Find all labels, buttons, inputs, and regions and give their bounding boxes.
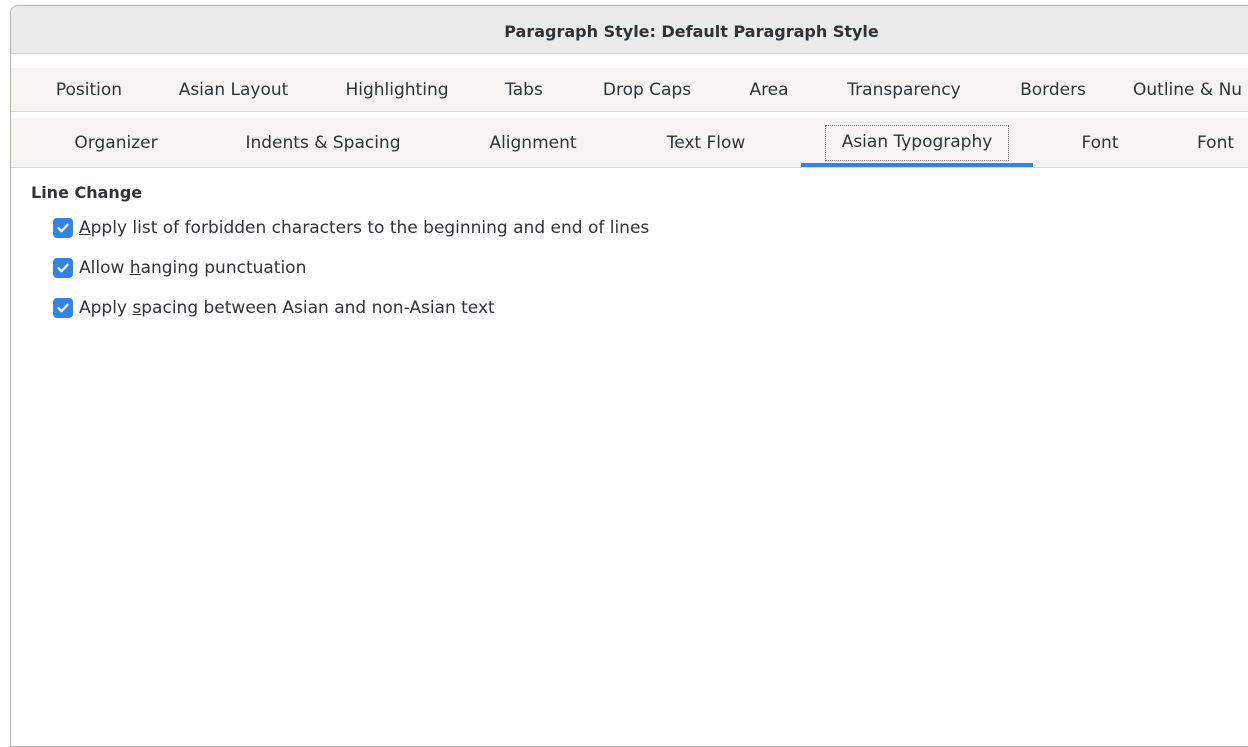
option-hanging-punctuation[interactable]: Allow hanging punctuation	[53, 258, 306, 278]
paragraph-style-dialog: Paragraph Style: Default Paragraph Style…	[10, 5, 1248, 747]
option-asian-spacing[interactable]: Apply spacing between Asian and non-Asia…	[53, 298, 495, 318]
option-forbidden-characters[interactable]: Apply list of forbidden characters to th…	[53, 218, 649, 238]
tab-row-1: Position Asian Layout Highlighting Tabs …	[11, 68, 1248, 112]
tab-label: Asian Layout	[178, 79, 289, 100]
tab-label: Indents & Spacing	[245, 132, 401, 153]
checkbox-checked-icon[interactable]	[53, 298, 73, 318]
tab-label: Transparency	[847, 79, 961, 100]
tab-label: Borders	[1020, 79, 1086, 100]
asian-typography-panel: Line Change Apply list of forbidden char…	[11, 171, 1248, 731]
tab-label: Tabs	[505, 79, 543, 100]
tab-row-2: Organizer Indents & Spacing Alignment Te…	[11, 118, 1248, 168]
tab-label: Area	[749, 79, 789, 100]
tab-font[interactable]: Font	[1065, 118, 1135, 167]
tab-label: Drop Caps	[602, 79, 692, 100]
tab-alignment[interactable]: Alignment	[473, 118, 593, 167]
checkbox-checked-icon[interactable]	[53, 258, 73, 278]
tab-label: Text Flow	[666, 132, 746, 153]
tab-label: Asian Typography	[824, 124, 1010, 161]
tab-label: Font	[1081, 132, 1119, 153]
tab-transparency[interactable]: Transparency	[829, 68, 979, 111]
tab-label: Highlighting	[345, 79, 449, 100]
tab-position[interactable]: Position	[39, 68, 139, 111]
tab-label: Organizer	[74, 132, 158, 153]
section-title-line-change: Line Change	[31, 183, 143, 202]
option-label: Apply spacing between Asian and non-Asia…	[79, 298, 495, 318]
tab-drop-caps[interactable]: Drop Caps	[587, 68, 707, 111]
tab-area[interactable]: Area	[737, 68, 801, 111]
tab-highlighting[interactable]: Highlighting	[327, 68, 467, 111]
checkbox-checked-icon[interactable]	[53, 218, 73, 238]
tab-organizer[interactable]: Organizer	[51, 118, 181, 167]
tab-tabs[interactable]: Tabs	[489, 68, 559, 111]
tab-label: Font	[1197, 132, 1235, 153]
dialog-title: Paragraph Style: Default Paragraph Style	[504, 22, 879, 41]
option-label: Allow hanging punctuation	[79, 258, 307, 278]
tab-outline-numbering[interactable]: Outline & Nu	[1133, 68, 1248, 111]
tab-font-effects[interactable]: Font	[1197, 118, 1248, 167]
tab-label: Position	[55, 79, 123, 100]
tab-text-flow[interactable]: Text Flow	[651, 118, 761, 167]
tab-indents-spacing[interactable]: Indents & Spacing	[233, 118, 413, 167]
option-label: Apply list of forbidden characters to th…	[79, 218, 650, 238]
tab-asian-typography[interactable]: Asian Typography	[801, 118, 1033, 167]
tab-label: Alignment	[489, 132, 577, 153]
tab-label: Outline & Nu	[1133, 79, 1243, 100]
tab-asian-layout[interactable]: Asian Layout	[166, 68, 301, 111]
tab-borders[interactable]: Borders	[1005, 68, 1101, 111]
